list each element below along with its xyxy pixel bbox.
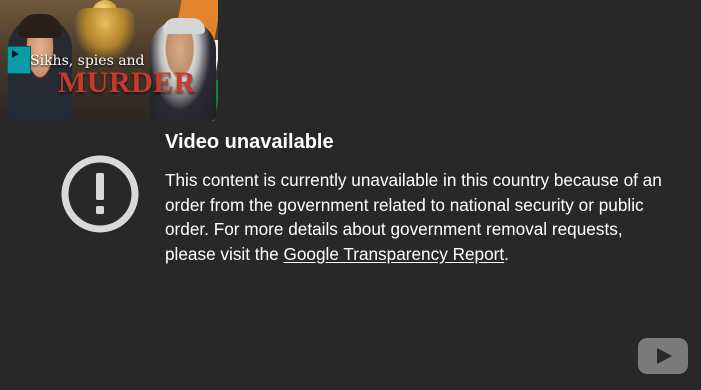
error-title: Video unavailable: [165, 131, 334, 153]
thumbnail-headline-main: MURDER: [58, 66, 196, 99]
video-player: Sikhs, spies and MURDER Video unavailabl…: [0, 0, 701, 390]
person-right-hair: [163, 18, 205, 34]
channel-badge: [7, 46, 31, 74]
exclamation-circle-icon: [61, 155, 139, 233]
error-message-tail: .: [504, 243, 509, 264]
play-icon: [12, 50, 19, 58]
youtube-logo-icon[interactable]: [638, 338, 688, 374]
error-message: This content is currently unavailable in…: [165, 168, 665, 266]
google-transparency-report-link[interactable]: Google Transparency Report: [283, 244, 504, 264]
video-thumbnail[interactable]: Sikhs, spies and MURDER: [0, 0, 218, 121]
channel-badge-text: [10, 62, 28, 70]
person-left-hair: [18, 14, 62, 38]
